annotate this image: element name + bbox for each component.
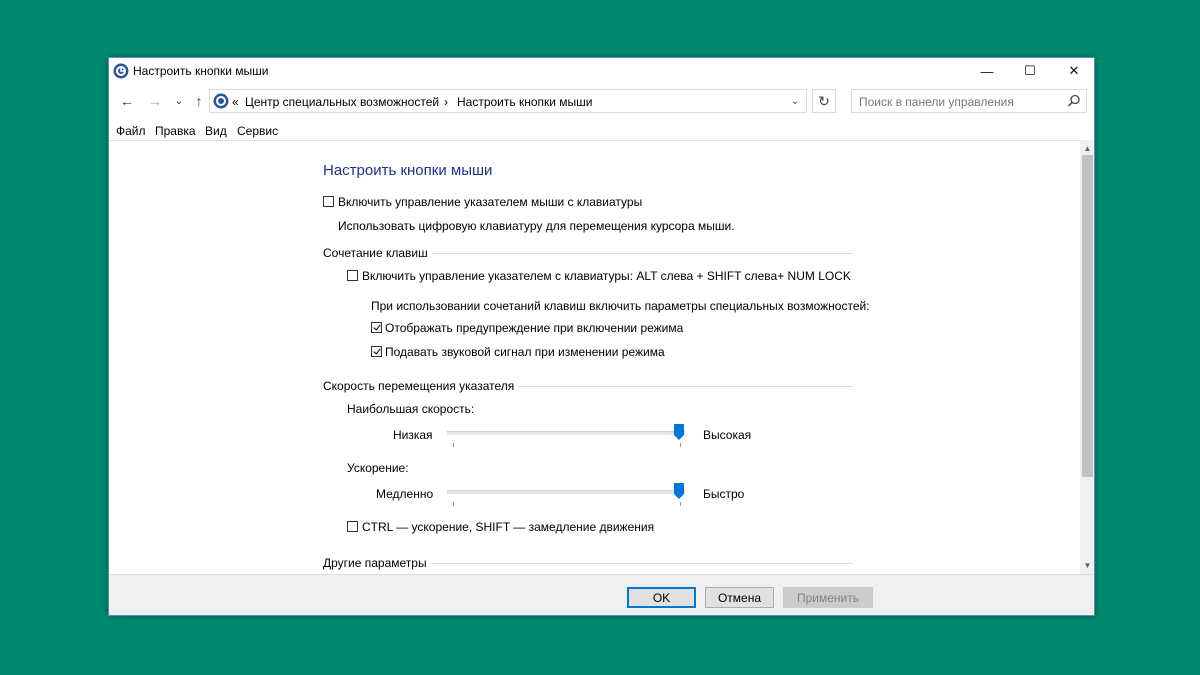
page-title: Настроить кнопки мыши [323,162,493,179]
search-box[interactable] [851,89,1087,113]
ease-of-access-icon [113,63,129,79]
menu-bar: Файл Правка Вид Сервис [109,120,1094,141]
slider-thumb[interactable] [674,424,684,440]
dialog-footer: OK Отмена Применить [109,574,1094,615]
mouse-keys-description: Использовать цифровую клавиатуру для пер… [338,219,735,233]
address-row: ← → ⌄ ↑ « Центр специальных возможностей… [109,86,1094,116]
shortcut-group-title: Сочетание клавиш [323,246,432,260]
slider-tick [680,443,681,447]
control-panel-window: Настроить кнопки мыши — ☐ ✕ ← → ⌄ ↑ « Це… [108,57,1095,616]
shortcut-toggle-checkbox[interactable] [347,270,358,281]
up-button[interactable]: ↑ [189,91,209,111]
back-button[interactable]: ← [117,91,137,111]
breadcrumb-item-current[interactable]: Настроить кнопки мыши [457,95,593,109]
sound-signal-checkbox[interactable] [371,346,382,357]
other-group-title: Другие параметры [323,556,431,570]
cancel-button[interactable]: Отмена [705,587,774,608]
sound-signal-label[interactable]: Подавать звуковой сигнал при изменении р… [385,345,665,359]
scroll-down-icon[interactable]: ▼ [1080,558,1094,573]
window-title: Настроить кнопки мыши [133,64,269,78]
speed-group-title: Скорость перемещения указателя [323,379,519,393]
refresh-button[interactable]: ↻ [812,89,836,113]
menu-tools[interactable]: Сервис [237,124,278,138]
acceleration-min-label: Медленно [376,487,434,501]
breadcrumb-separator: › [444,95,448,109]
recent-locations-button[interactable]: ⌄ [169,91,189,111]
maximize-button[interactable]: ☐ [1008,58,1052,84]
breadcrumb-item-ease-of-access[interactable]: Центр специальных возможностей [245,95,439,109]
ok-button[interactable]: OK [627,587,696,608]
top-speed-min-label: Низкая [393,428,433,442]
menu-view[interactable]: Вид [205,124,227,138]
ctrl-shift-modifier-label[interactable]: CTRL — ускорение, SHIFT — замедление дви… [362,520,654,534]
search-icon[interactable] [1066,93,1082,109]
slider-thumb[interactable] [674,483,684,499]
forward-button[interactable]: → [145,91,165,111]
slider-tick [453,443,454,447]
search-input[interactable] [857,93,1061,111]
scrollbar-thumb[interactable] [1082,155,1093,477]
menu-edit[interactable]: Правка [155,124,196,138]
title-bar: Настроить кнопки мыши — ☐ ✕ [109,58,1094,84]
scroll-up-icon[interactable]: ▲ [1080,141,1094,156]
vertical-scrollbar[interactable]: ▲ ▼ [1080,140,1094,574]
settings-content: Настроить кнопки мыши Включить управлени… [109,140,1080,574]
minimize-button[interactable]: — [965,58,1009,84]
show-warning-checkbox[interactable] [371,322,382,333]
acceleration-max-label: Быстро [703,487,745,501]
address-bar[interactable]: « Центр специальных возможностей › Настр… [209,89,807,113]
top-speed-slider[interactable] [447,424,685,447]
address-dropdown-button[interactable]: ⌄ [784,90,806,112]
slider-track [447,490,685,494]
acceleration-label: Ускорение: [347,461,409,475]
slider-track [447,431,685,435]
shortcut-toggle-label[interactable]: Включить управление указателем с клавиат… [362,269,851,283]
mouse-keys-label[interactable]: Включить управление указателем мыши с кл… [338,195,642,209]
control-panel-icon [213,93,229,109]
top-speed-label: Наибольшая скорость: [347,402,475,416]
slider-tick [453,502,454,506]
acceleration-slider[interactable] [447,483,685,506]
mouse-keys-checkbox[interactable] [323,196,334,207]
breadcrumb-overflow[interactable]: « [232,95,239,109]
show-warning-label[interactable]: Отображать предупреждение при включении … [385,321,683,335]
menu-file[interactable]: Файл [116,124,146,138]
ctrl-shift-modifier-checkbox[interactable] [347,521,358,532]
close-button[interactable]: ✕ [1052,58,1094,84]
shortcut-info-text: При использовании сочетаний клавиш включ… [371,299,870,313]
slider-tick [680,502,681,506]
apply-button[interactable]: Применить [783,587,873,608]
top-speed-max-label: Высокая [703,428,752,442]
